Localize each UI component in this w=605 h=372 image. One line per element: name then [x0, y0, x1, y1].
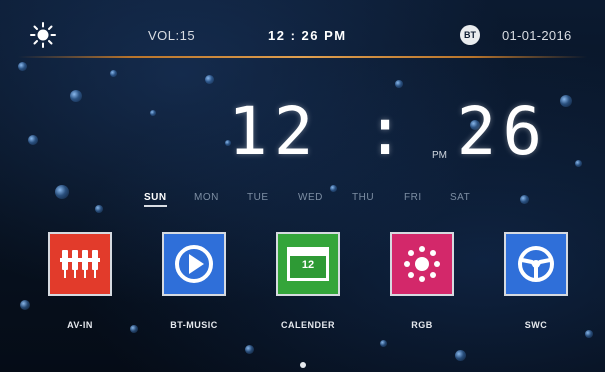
calender-tile[interactable]: 12 [276, 232, 340, 296]
weekday-row: SUN MON TUE WED THU FRI SAT [132, 192, 492, 210]
status-date: 01-01-2016 [502, 28, 572, 43]
bt-icon[interactable]: BT [460, 25, 480, 45]
calendar-icon: 12 [287, 247, 329, 281]
clock-ampm: PM [432, 150, 447, 161]
app-rgb[interactable]: RGB [382, 232, 462, 330]
head-unit-screen: VOL:15 12 : 26 PM BT 01-01-2016 12 : 26 … [0, 0, 605, 372]
background-bubble [395, 80, 403, 88]
weekday-mon[interactable]: MON [194, 192, 219, 203]
av-in-icon [60, 250, 100, 278]
rgb-light-icon [404, 246, 440, 282]
calendar-icon-header [290, 250, 326, 256]
status-time: 12 : 26 PM [268, 28, 347, 43]
background-bubble [70, 90, 82, 102]
bt-music-tile[interactable] [162, 232, 226, 296]
bt-icon-glyph: BT [464, 30, 476, 40]
background-bubble [110, 70, 117, 77]
app-label: RGB [411, 320, 433, 330]
background-bubble [560, 95, 572, 107]
swc-tile[interactable] [504, 232, 568, 296]
app-launcher: AV-IN BT-MUSIC 12 CALENDER RGB SWC [0, 232, 605, 352]
background-bubble [205, 75, 214, 84]
app-bt-music[interactable]: BT-MUSIC [154, 232, 234, 330]
status-bar: VOL:15 12 : 26 PM BT 01-01-2016 [0, 0, 605, 58]
page-indicator-dot[interactable] [300, 362, 306, 368]
app-label: SWC [524, 320, 548, 330]
weekday-sat[interactable]: SAT [450, 192, 470, 203]
weekday-wed[interactable]: WED [298, 192, 323, 203]
sun-icon[interactable] [30, 22, 56, 48]
background-bubble [28, 135, 38, 145]
background-bubble [150, 110, 156, 116]
rgb-tile[interactable] [390, 232, 454, 296]
main-clock: 12 : 26 [228, 93, 549, 170]
volume-readout[interactable]: VOL:15 [148, 28, 195, 43]
background-bubble [55, 185, 69, 199]
weekday-fri[interactable]: FRI [404, 192, 422, 203]
weekday-sun[interactable]: SUN [144, 192, 167, 207]
play-icon [175, 245, 213, 283]
app-label: AV-IN [67, 320, 93, 330]
calendar-icon-day: 12 [301, 259, 315, 271]
background-bubble [520, 195, 529, 204]
weekday-thu[interactable]: THU [352, 192, 374, 203]
status-bar-divider [18, 56, 587, 58]
app-av-in[interactable]: AV-IN [40, 232, 120, 330]
app-calender[interactable]: 12 CALENDER [268, 232, 348, 330]
app-label: BT-MUSIC [170, 320, 218, 330]
app-label: CALENDER [280, 320, 335, 330]
app-swc[interactable]: SWC [496, 232, 576, 330]
background-bubble [18, 62, 27, 71]
background-bubble [330, 185, 337, 192]
av-in-tile[interactable] [48, 232, 112, 296]
background-bubble [95, 205, 103, 213]
steering-wheel-icon [518, 246, 554, 282]
weekday-tue[interactable]: TUE [247, 192, 269, 203]
background-bubble [575, 160, 582, 167]
